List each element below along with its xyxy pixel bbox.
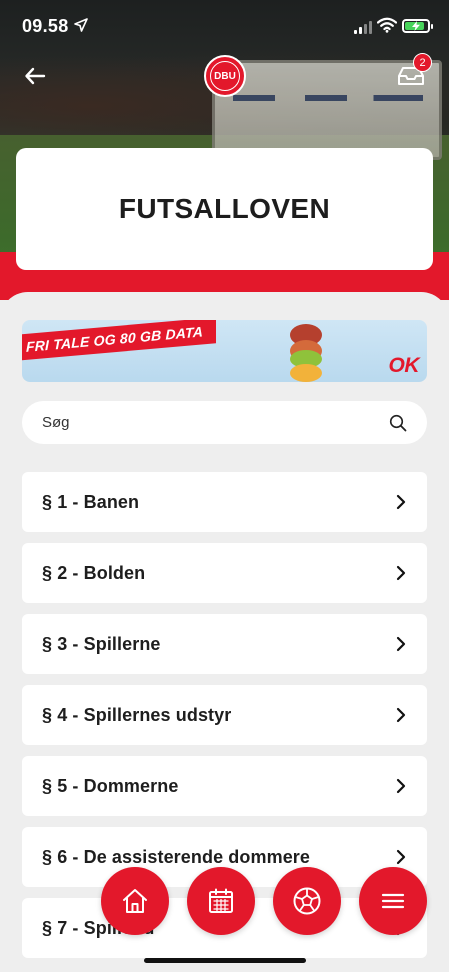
page-title: FUTSALLOVEN — [118, 193, 331, 224]
location-arrow-icon — [74, 18, 88, 35]
cellular-signal-icon — [354, 20, 372, 34]
battery-icon — [402, 19, 433, 33]
search-icon[interactable] — [389, 414, 407, 432]
inbox-count-badge: 2 — [413, 53, 432, 72]
chevron-right-icon — [396, 565, 406, 581]
calendar-icon — [209, 888, 233, 913]
chevron-right-icon — [396, 707, 406, 723]
home-button[interactable] — [101, 867, 169, 935]
chevron-right-icon — [396, 778, 406, 794]
wifi-icon — [376, 17, 398, 33]
list-item[interactable]: § 1 - Banen — [22, 472, 427, 532]
menu-icon — [381, 893, 405, 909]
list-item-label: § 1 - Banen — [42, 491, 140, 512]
dbu-logo: DBU — [204, 55, 246, 97]
calendar-button[interactable] — [187, 867, 255, 935]
list-item[interactable]: § 2 - Bolden — [22, 543, 427, 603]
ad-banner[interactable]: FRI TALE OG 80 GB DATA OK — [22, 320, 427, 382]
list-item-label: § 3 - Spillerne — [42, 633, 161, 654]
ad-brand-logo: OK — [388, 354, 420, 377]
home-indicator — [144, 958, 306, 963]
arrow-left-icon — [25, 67, 46, 85]
status-bar: 09.58 — [0, 0, 449, 50]
status-time: 09.58 — [22, 16, 69, 36]
back-button[interactable] — [22, 62, 50, 90]
chevron-right-icon — [396, 849, 406, 865]
list-item-label: § 5 - Dommerne — [42, 775, 179, 796]
search-input[interactable] — [22, 401, 427, 444]
list-item[interactable]: § 4 - Spillernes udstyr — [22, 685, 427, 745]
ad-headline-text: FRI TALE OG 80 GB DATA — [26, 323, 204, 355]
home-icon — [123, 889, 147, 913]
chevron-right-icon — [396, 494, 406, 510]
ice-cream-image — [288, 322, 324, 382]
list-item[interactable]: § 5 - Dommerne — [22, 756, 427, 816]
search-bar[interactable] — [22, 401, 427, 444]
menu-button[interactable] — [359, 867, 427, 935]
ball-icon — [293, 887, 321, 915]
list-item-label: § 6 - De assisterende dommere — [42, 846, 311, 867]
page-title-card: FUTSALLOVEN — [16, 148, 433, 270]
logo-text: DBU — [214, 70, 236, 82]
list-item-label: § 2 - Bolden — [42, 562, 146, 583]
chevron-right-icon — [396, 636, 406, 652]
list-item[interactable]: § 3 - Spillerne — [22, 614, 427, 674]
matches-button[interactable] — [273, 867, 341, 935]
ad-headline: FRI TALE OG 80 GB DATA — [22, 320, 216, 361]
list-item-label: § 4 - Spillernes udstyr — [42, 704, 232, 725]
